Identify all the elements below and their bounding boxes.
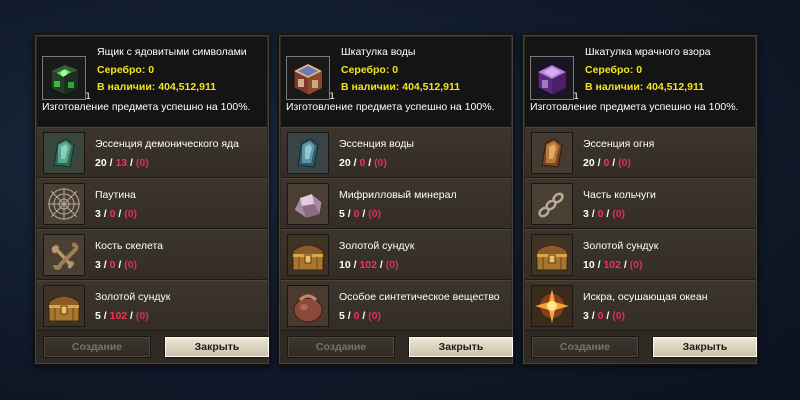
panel-header: 1 Шкатулка мрачного взора Серебро: 0 В н… — [525, 37, 755, 127]
bone-icon[interactable] — [43, 234, 85, 276]
material-row: Золотой сундук 10 / 102 / (0) — [281, 229, 511, 280]
panel-header: 1 Ящик с ядовитыми символами Серебро: 0 … — [37, 37, 267, 127]
create-button[interactable]: Создание — [287, 336, 395, 358]
material-name: Золотой сундук — [583, 240, 659, 252]
craft-panel-poison-crate: 1 Ящик с ядовитыми символами Серебро: 0 … — [34, 34, 270, 365]
silver-cost: Серебро: 0 — [341, 64, 399, 76]
silver-cost: Серебро: 0 — [585, 64, 643, 76]
close-button[interactable]: Закрыть — [408, 336, 514, 358]
silver-stock: В наличии: 404,512,911 — [97, 81, 217, 93]
poison-crate-icon: 1 — [42, 56, 91, 102]
material-row: Золотой сундук 5 / 102 / (0) — [37, 280, 267, 331]
success-rate-message: Изготовление предмета успешно на 100%. — [42, 101, 251, 113]
material-row: Золотой сундук 10 / 102 / (0) — [525, 229, 755, 280]
material-name: Искра, осушающая океан — [583, 291, 708, 303]
material-row: Эссенция огня 20 / 0 / (0) — [525, 127, 755, 178]
material-name: Паутина — [95, 189, 136, 201]
material-row: Мифрилловый минерал 5 / 0 / (0) — [281, 178, 511, 229]
material-name: Кость скелета — [95, 240, 164, 252]
material-count: 5 / 0 / (0) — [339, 208, 382, 220]
material-row: Особое синтетическое вещество 5 / 0 / (0… — [281, 280, 511, 331]
create-button[interactable]: Создание — [531, 336, 639, 358]
material-count: 20 / 0 / (0) — [583, 157, 631, 169]
material-count: 5 / 102 / (0) — [95, 310, 149, 322]
material-row: Эссенция воды 20 / 0 / (0) — [281, 127, 511, 178]
synthetic-pouch-icon[interactable] — [287, 285, 329, 327]
material-name: Золотой сундук — [339, 240, 415, 252]
material-name: Эссенция демонического яда — [95, 138, 239, 150]
mithril-ore-icon[interactable] — [287, 183, 329, 225]
water-casket-icon: 1 — [286, 56, 335, 102]
material-row: Кость скелета 3 / 0 / (0) — [37, 229, 267, 280]
material-row: Часть кольчуги 3 / 0 / (0) — [525, 178, 755, 229]
materials-list: Эссенция воды 20 / 0 / (0) Мифрилловый м… — [281, 127, 511, 331]
create-button[interactable]: Создание — [43, 336, 151, 358]
material-row: Паутина 3 / 0 / (0) — [37, 178, 267, 229]
silver-cost: Серебро: 0 — [97, 64, 155, 76]
golden-chest-icon[interactable] — [531, 234, 573, 276]
material-name: Особое синтетическое вещество — [339, 291, 500, 303]
material-name: Золотой сундук — [95, 291, 171, 303]
item-title: Шкатулка мрачного взора — [585, 46, 711, 58]
material-count: 20 / 13 / (0) — [95, 157, 149, 169]
fire-essence-icon[interactable] — [531, 132, 573, 174]
craft-panel-gloom-casket: 1 Шкатулка мрачного взора Серебро: 0 В н… — [522, 34, 758, 365]
material-count: 20 / 0 / (0) — [339, 157, 387, 169]
material-name: Эссенция огня — [583, 138, 655, 150]
material-row: Искра, осушающая океан 3 / 0 / (0) — [525, 280, 755, 331]
item-title: Ящик с ядовитыми символами — [97, 46, 247, 58]
materials-list: Эссенция демонического яда 20 / 13 / (0) — [37, 127, 267, 331]
material-count: 3 / 0 / (0) — [95, 259, 138, 271]
material-row: Эссенция демонического яда 20 / 13 / (0) — [37, 127, 267, 178]
item-title: Шкатулка воды — [341, 46, 416, 58]
golden-chest-icon[interactable] — [43, 285, 85, 327]
silver-stock: В наличии: 404,512,911 — [341, 81, 461, 93]
gloom-casket-icon: 1 — [530, 56, 579, 102]
poison-essence-icon[interactable] — [43, 132, 85, 174]
material-count: 3 / 0 / (0) — [583, 310, 626, 322]
ocean-spark-icon[interactable] — [531, 285, 573, 327]
silver-stock: В наличии: 404,512,911 — [585, 81, 705, 93]
spiderweb-icon[interactable] — [43, 183, 85, 225]
material-name: Эссенция воды — [339, 138, 414, 150]
material-name: Часть кольчуги — [583, 189, 656, 201]
chainmail-piece-icon[interactable] — [531, 183, 573, 225]
craft-panel-water-casket: 1 Шкатулка воды Серебро: 0 В наличии: 40… — [278, 34, 514, 365]
success-rate-message: Изготовление предмета успешно на 100%. — [530, 101, 739, 113]
material-count: 5 / 0 / (0) — [339, 310, 382, 322]
material-count: 3 / 0 / (0) — [583, 208, 626, 220]
golden-chest-icon[interactable] — [287, 234, 329, 276]
close-button[interactable]: Закрыть — [652, 336, 758, 358]
success-rate-message: Изготовление предмета успешно на 100%. — [286, 101, 495, 113]
material-count: 10 / 102 / (0) — [583, 259, 643, 271]
material-count: 10 / 102 / (0) — [339, 259, 399, 271]
materials-list: Эссенция огня 20 / 0 / (0) Часть кольчуг… — [525, 127, 755, 331]
material-count: 3 / 0 / (0) — [95, 208, 138, 220]
material-name: Мифрилловый минерал — [339, 189, 457, 201]
panel-header: 1 Шкатулка воды Серебро: 0 В наличии: 40… — [281, 37, 511, 127]
water-essence-icon[interactable] — [287, 132, 329, 174]
close-button[interactable]: Закрыть — [164, 336, 270, 358]
